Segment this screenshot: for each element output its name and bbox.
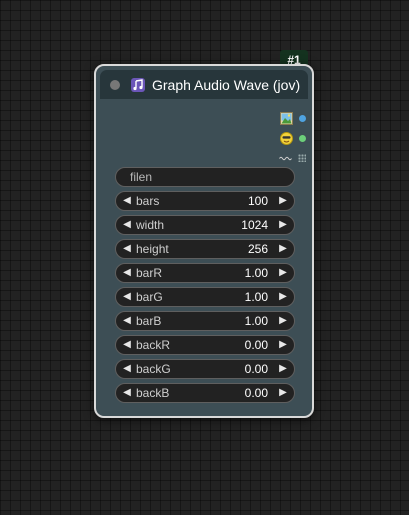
widget-value: 1.00 — [244, 266, 268, 280]
decrement-arrow-icon[interactable]: ◀ — [122, 360, 132, 378]
widget-value: 0.00 — [244, 362, 268, 376]
widget-label: width — [136, 218, 165, 232]
backG-stepper[interactable]: ◀ backG 0.00 ▶ — [115, 359, 295, 379]
widget-label: backB — [136, 386, 170, 400]
widget-label: barR — [136, 266, 163, 280]
output-mask[interactable] — [266, 128, 306, 148]
image-icon — [280, 111, 293, 125]
increment-arrow-icon[interactable]: ▶ — [278, 384, 288, 402]
increment-arrow-icon[interactable]: ▶ — [278, 192, 288, 210]
increment-arrow-icon[interactable]: ▶ — [278, 288, 288, 306]
wave-icon — [279, 152, 292, 165]
widget-label: height — [136, 242, 169, 256]
width-stepper[interactable]: ◀ width 1024 ▶ — [115, 215, 295, 235]
output-image-slot[interactable] — [299, 114, 306, 122]
graph-audio-wave-node[interactable]: Graph Audio Wave (jov) filen ◀ bars 100 … — [94, 64, 314, 418]
decrement-arrow-icon[interactable]: ◀ — [122, 288, 132, 306]
decrement-arrow-icon[interactable]: ◀ — [122, 312, 132, 330]
widget-value: 1024 — [241, 218, 268, 232]
widget-list: filen ◀ bars 100 ▶ ◀ width 1024 ▶ ◀ heig… — [115, 167, 295, 407]
output-mask-slot[interactable] — [299, 134, 306, 142]
height-stepper[interactable]: ◀ height 256 ▶ — [115, 239, 295, 259]
collapse-dot-icon[interactable] — [110, 79, 120, 90]
decrement-arrow-icon[interactable]: ◀ — [122, 336, 132, 354]
widget-value: 1.00 — [244, 314, 268, 328]
increment-arrow-icon[interactable]: ▶ — [278, 240, 288, 258]
widget-value: 0.00 — [244, 386, 268, 400]
output-slots — [266, 108, 306, 168]
output-wave[interactable] — [266, 148, 306, 168]
filen-input[interactable]: filen — [115, 167, 295, 187]
widget-label: barB — [136, 314, 162, 328]
widget-label: backR — [136, 338, 171, 352]
decrement-arrow-icon[interactable]: ◀ — [122, 216, 132, 234]
increment-arrow-icon[interactable]: ▶ — [278, 264, 288, 282]
decrement-arrow-icon[interactable]: ◀ — [122, 240, 132, 258]
output-image[interactable] — [266, 108, 306, 128]
barG-stepper[interactable]: ◀ barG 1.00 ▶ — [115, 287, 295, 307]
widget-value: 1.00 — [244, 290, 268, 304]
widget-label: backG — [136, 362, 171, 376]
widget-label: bars — [136, 194, 160, 208]
barB-stepper[interactable]: ◀ barB 1.00 ▶ — [115, 311, 295, 331]
increment-arrow-icon[interactable]: ▶ — [278, 312, 288, 330]
node-title: Graph Audio Wave (jov) — [152, 76, 301, 93]
barR-stepper[interactable]: ◀ barR 1.00 ▶ — [115, 263, 295, 283]
increment-arrow-icon[interactable]: ▶ — [278, 336, 288, 354]
increment-arrow-icon[interactable]: ▶ — [278, 360, 288, 378]
backR-stepper[interactable]: ◀ backR 0.00 ▶ — [115, 335, 295, 355]
increment-arrow-icon[interactable]: ▶ — [278, 216, 288, 234]
widget-value: 0.00 — [244, 338, 268, 352]
node-title-bar[interactable]: Graph Audio Wave (jov) — [100, 70, 308, 99]
widget-value: 256 — [247, 242, 268, 256]
bars-stepper[interactable]: ◀ bars 100 ▶ — [115, 191, 295, 211]
music-note-icon — [130, 77, 146, 93]
widget-value: 100 — [247, 194, 268, 208]
decrement-arrow-icon[interactable]: ◀ — [122, 192, 132, 210]
mask-face-icon — [280, 131, 293, 145]
widget-label: barG — [136, 290, 163, 304]
decrement-arrow-icon[interactable]: ◀ — [122, 384, 132, 402]
backB-stepper[interactable]: ◀ backB 0.00 ▶ — [115, 383, 295, 403]
output-wave-slot[interactable] — [298, 154, 306, 162]
decrement-arrow-icon[interactable]: ◀ — [122, 264, 132, 282]
